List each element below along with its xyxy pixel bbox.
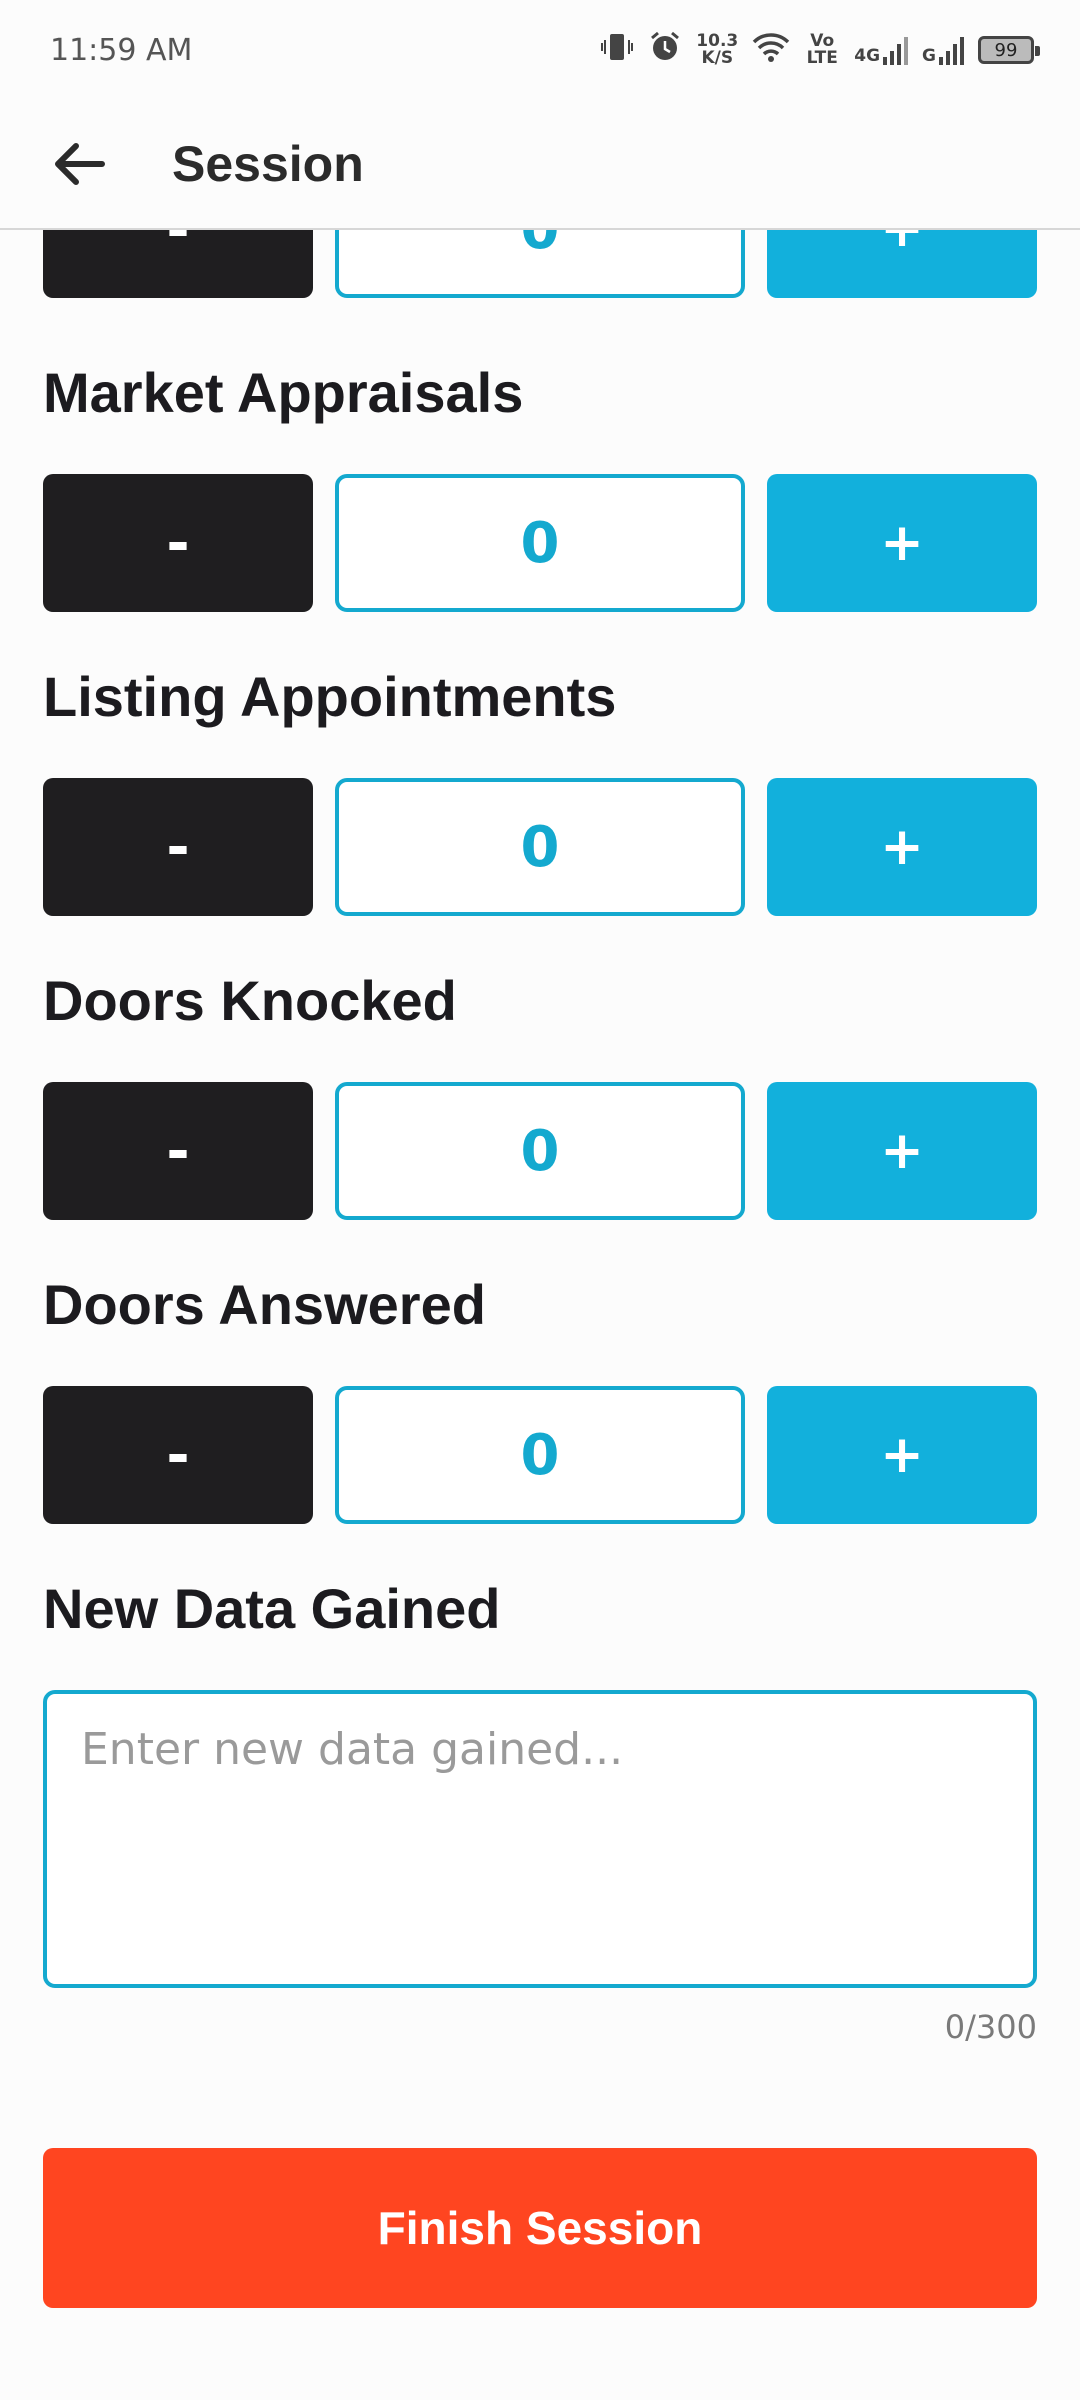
counter-value[interactable]: 0 <box>335 1082 745 1220</box>
label-doors-knocked: Doors Knocked <box>43 969 457 1032</box>
decrement-button[interactable]: - <box>43 1082 313 1220</box>
network-g-label: G <box>922 46 936 66</box>
status-time: 11:59 AM <box>50 32 193 68</box>
counter-value[interactable]: 0 <box>335 778 745 916</box>
status-icons: 10.3 K/S Vo LTE 4G G 99 <box>600 30 1040 71</box>
volte-indicator: Vo LTE <box>806 31 838 68</box>
increment-button[interactable]: + <box>767 474 1037 612</box>
signal-icon: 4G <box>854 35 909 66</box>
back-button[interactable] <box>44 128 116 200</box>
vibrate-icon <box>600 30 634 71</box>
increment-button[interactable]: + <box>767 778 1037 916</box>
new-data-input[interactable]: Enter new data gained... <box>43 1690 1037 1988</box>
char-counter: 0/300 <box>944 2008 1037 2046</box>
decrement-button[interactable]: - <box>43 1386 313 1524</box>
counter-value[interactable]: 0 <box>335 1386 745 1524</box>
counter-doors-knocked: - 0 + <box>43 1082 1037 1220</box>
counter-market-appraisals: - 0 + <box>43 474 1037 612</box>
increment-button[interactable]: + <box>767 1082 1037 1220</box>
net-speed-unit: K/S <box>701 48 734 68</box>
net-speed: 10.3 K/S <box>696 33 738 67</box>
battery-icon: 99 <box>978 36 1040 64</box>
signal-icon: G <box>922 35 964 65</box>
label-new-data-gained: New Data Gained <box>43 1577 501 1640</box>
decrement-button[interactable]: - <box>43 778 313 916</box>
alarm-icon <box>648 30 682 71</box>
counter-doors-answered: - 0 + <box>43 1386 1037 1524</box>
counter-value[interactable]: 0 <box>335 474 745 612</box>
wifi-icon <box>752 31 790 70</box>
label-listing-appointments: Listing Appointments <box>43 665 617 728</box>
finish-session-button[interactable]: Finish Session <box>43 2148 1037 2308</box>
network-4g-label: 4G <box>854 46 881 66</box>
increment-button[interactable]: + <box>767 1386 1037 1524</box>
decrement-button[interactable]: - <box>43 474 313 612</box>
label-doors-answered: Doors Answered <box>43 1273 486 1336</box>
counter-listing-appointments: - 0 + <box>43 778 1037 916</box>
app-bar: Session <box>0 100 1080 230</box>
label-market-appraisals: Market Appraisals <box>43 361 524 424</box>
page-title: Session <box>172 136 364 192</box>
status-bar: 11:59 AM 10.3 K/S Vo LTE 4G G 99 <box>0 0 1080 100</box>
battery-level: 99 <box>994 39 1018 61</box>
arrow-left-icon <box>55 143 105 185</box>
